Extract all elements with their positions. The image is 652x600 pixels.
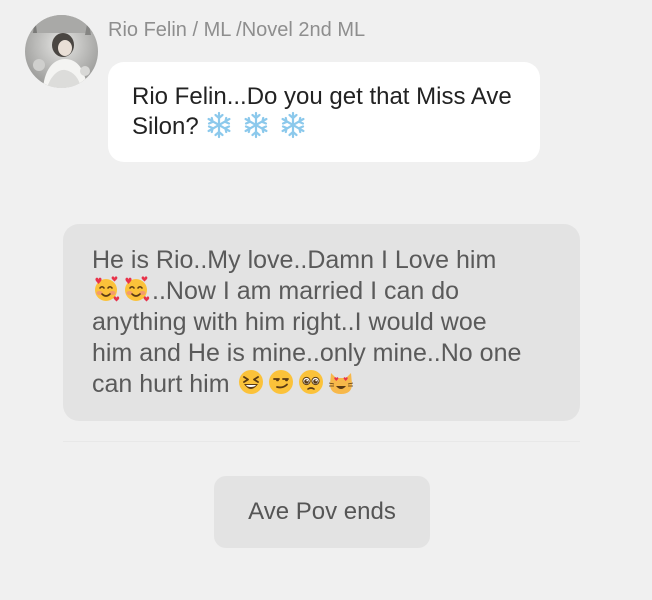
narration-line-text: ..Now I am married I can do (152, 277, 460, 305)
grinning-squinting-face-icon (237, 368, 265, 396)
snowflake-icon (279, 111, 307, 139)
avatar[interactable] (25, 15, 98, 88)
snowflake-emoji-row (205, 111, 308, 140)
snowflake-icon (205, 111, 233, 139)
message-text: Rio Felin...Do you get that Miss Ave Sil… (132, 83, 512, 140)
snowflake-icon (242, 111, 270, 139)
pleading-face-icon (297, 368, 325, 396)
narration-line: can hurt him (92, 369, 552, 400)
smirking-face-icon (267, 368, 295, 396)
smiling-face-with-hearts-icon (92, 275, 120, 303)
heart-eyes-cat-icon (327, 368, 355, 396)
message-bubble: Rio Felin...Do you get that Miss Ave Sil… (108, 62, 540, 162)
narration-line: ..Now I am married I can do (92, 276, 552, 307)
narration-line: him and He is mine..only mine..No one (92, 339, 522, 367)
narration-line: He is Rio..My love..Damn I Love him (92, 246, 497, 274)
narration-line-text: can hurt him (92, 370, 230, 398)
pov-end-label: Ave Pov ends (248, 498, 396, 525)
divider (63, 441, 580, 442)
smiling-face-with-hearts-icon (122, 275, 150, 303)
narration-line: anything with him right..I would woe (92, 308, 487, 336)
narration-bubble: He is Rio..My love..Damn I Love him ..No… (63, 224, 580, 421)
sender-name: Rio Felin / ML /Novel 2nd ML (108, 19, 366, 41)
pov-end-marker: Ave Pov ends (214, 476, 430, 548)
